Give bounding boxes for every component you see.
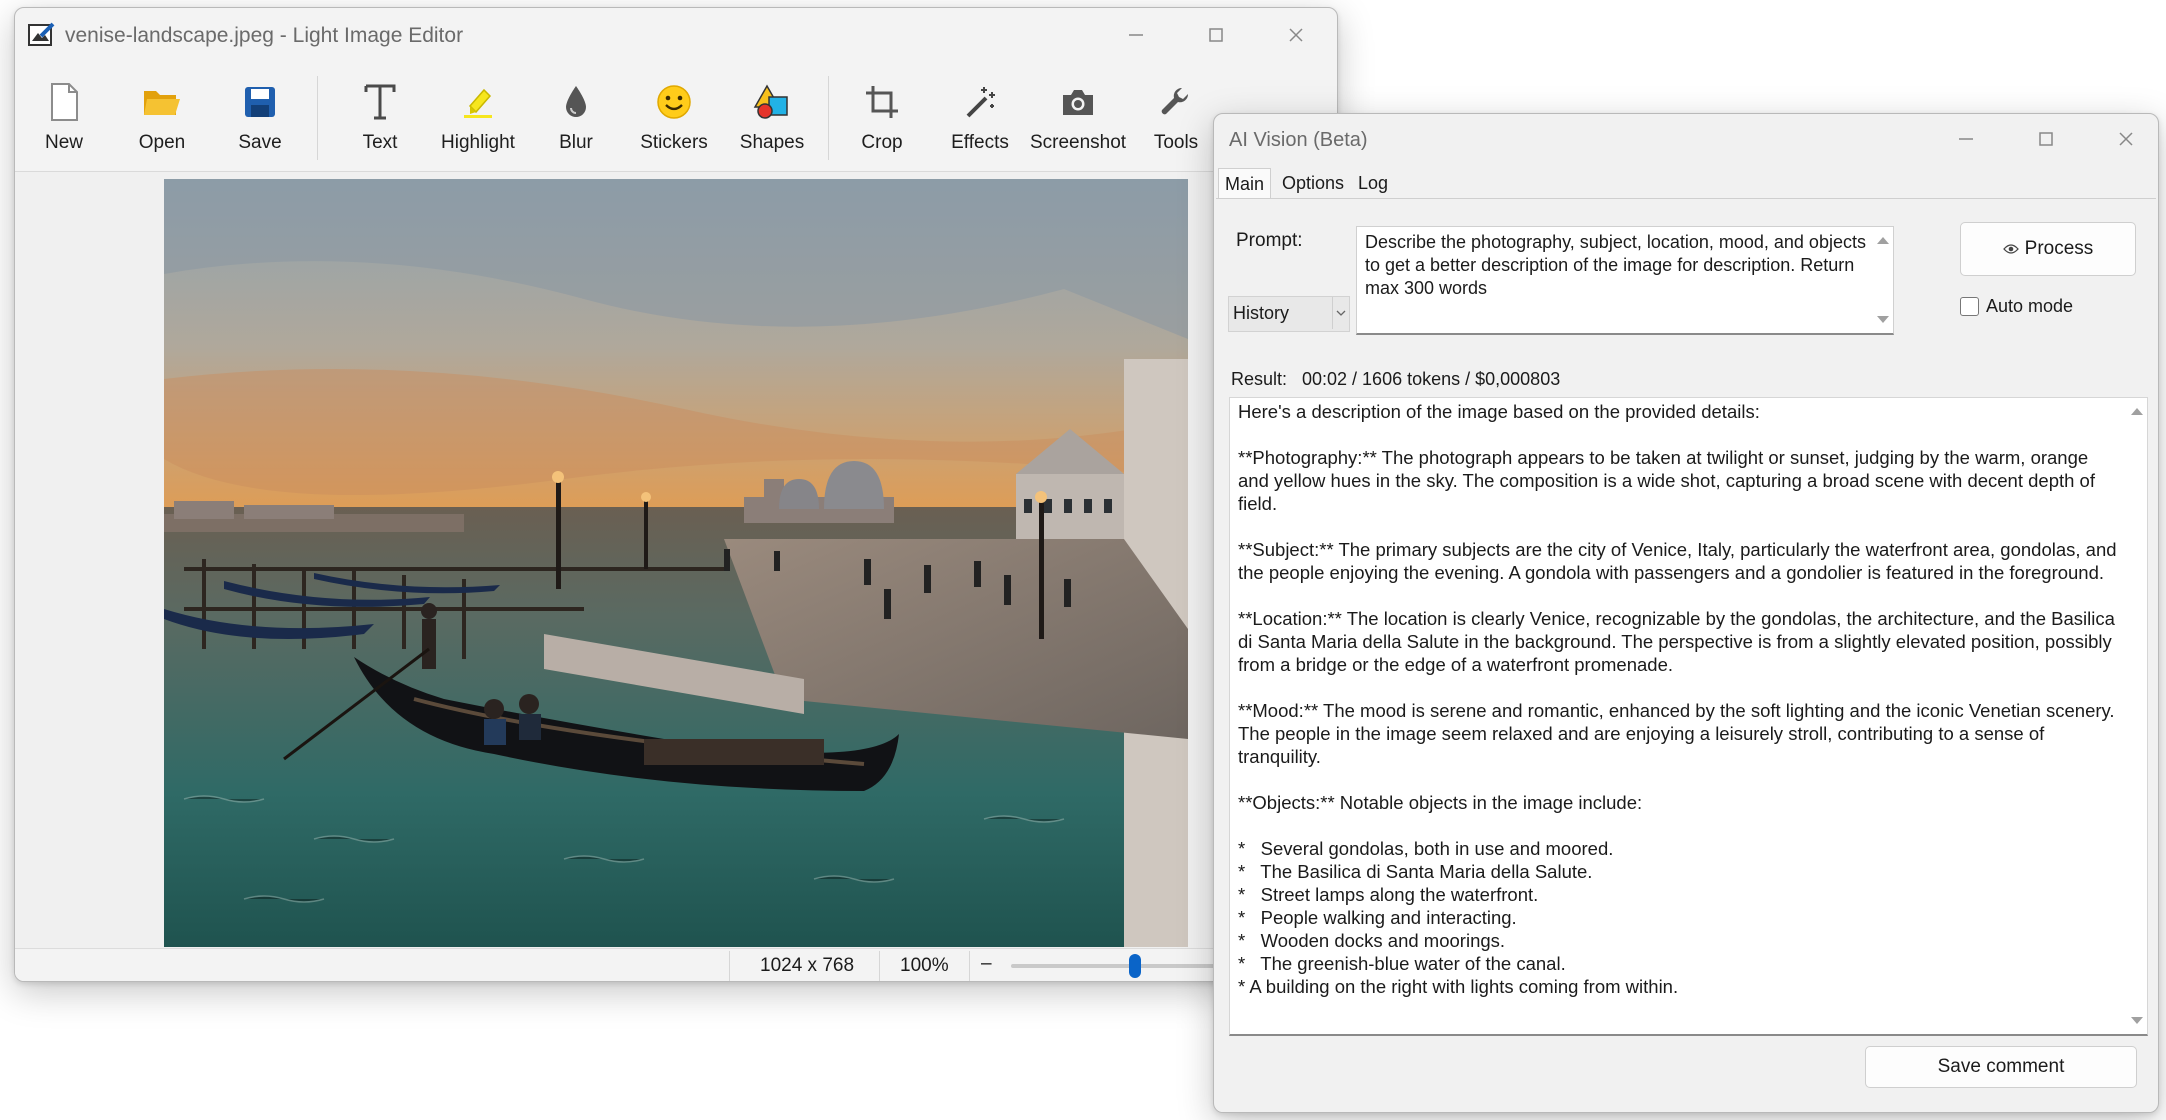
crop-icon [860, 80, 904, 124]
tab-log[interactable]: Log [1352, 168, 1394, 198]
process-label: Process [2024, 238, 2094, 259]
effects-tool-button[interactable]: Effects [931, 80, 1029, 154]
chevron-down-icon [1332, 297, 1349, 329]
tools-button[interactable]: Tools [1127, 80, 1225, 154]
scroll-up-icon[interactable] [1877, 237, 1889, 244]
ai-titlebar[interactable]: AI Vision (Beta) [1214, 114, 2158, 170]
ai-close-button[interactable] [2109, 122, 2143, 156]
tools-label: Tools [1153, 132, 1199, 153]
ai-vision-window: AI Vision (Beta) Main Options Log Prompt… [1213, 113, 2159, 1113]
editor-toolbar: New Open Save Text Highlight Blur Sticke… [15, 64, 1337, 172]
highlight-tool-button[interactable]: Highlight [429, 80, 527, 154]
close-icon [2119, 132, 2133, 146]
crop-tool-button[interactable]: Crop [833, 80, 931, 154]
editor-statusbar: 1024 x 768 100% – [15, 948, 1337, 981]
shapes-label: Shapes [739, 132, 805, 153]
highlight-label: Highlight [441, 132, 515, 153]
text-label: Text [362, 132, 398, 153]
screenshot-tool-button[interactable]: Screenshot [1029, 80, 1127, 154]
minimize-icon [1129, 34, 1143, 36]
open-label: Open [138, 132, 186, 153]
open-button[interactable]: Open [113, 80, 211, 154]
stickers-label: Stickers [640, 132, 708, 153]
new-file-icon [42, 80, 86, 124]
prompt-scrollbar[interactable] [1873, 227, 1893, 333]
new-button[interactable]: New [15, 80, 113, 154]
toolbar-separator [317, 76, 318, 160]
result-label: Result: [1231, 369, 1288, 389]
zoom-slider-thumb[interactable] [1129, 954, 1141, 978]
maximize-icon [2039, 132, 2053, 146]
crop-label: Crop [861, 132, 903, 153]
tab-main[interactable]: Main [1218, 168, 1272, 199]
save-button[interactable]: Save [211, 80, 309, 154]
ai-minimize-button[interactable] [1949, 122, 1983, 156]
eye-icon [2002, 243, 2019, 255]
image-canvas[interactable] [15, 172, 1337, 948]
screenshot-label: Screenshot [1029, 132, 1127, 153]
result-text: Here's a description of the image based … [1238, 401, 2117, 997]
save-comment-label: Save comment [1937, 1056, 2065, 1077]
blur-drop-icon [554, 80, 598, 124]
text-tool-button[interactable]: Text [331, 80, 429, 154]
shapes-icon [750, 80, 794, 124]
blur-label: Blur [559, 132, 593, 153]
status-separator [879, 951, 880, 981]
image-editor-window: venise-landscape.jpeg - Light Image Edit… [14, 7, 1338, 982]
zoom-out-button[interactable]: – [981, 953, 992, 975]
checkbox-box[interactable] [1960, 297, 1979, 316]
editor-titlebar[interactable]: venise-landscape.jpeg - Light Image Edit… [15, 8, 1337, 64]
prompt-label: Prompt: [1236, 230, 1303, 251]
wrench-icon [1154, 80, 1198, 124]
close-button[interactable] [1279, 18, 1313, 52]
shapes-tool-button[interactable]: Shapes [723, 80, 821, 154]
stickers-tool-button[interactable]: Stickers [625, 80, 723, 154]
magic-wand-icon [958, 80, 1002, 124]
history-label: History [1233, 303, 1290, 323]
smiley-sticker-icon [652, 80, 696, 124]
auto-mode-label: Auto mode [1986, 296, 2074, 316]
status-separator [729, 951, 730, 981]
scroll-down-icon[interactable] [2131, 1017, 2143, 1024]
save-disk-icon [238, 80, 282, 124]
minimize-icon [1959, 138, 1973, 140]
scroll-up-icon[interactable] [2131, 408, 2143, 415]
effects-label: Effects [951, 132, 1009, 153]
editor-title: venise-landscape.jpeg - Light Image Edit… [65, 24, 464, 47]
prompt-text: Describe the photography, subject, locat… [1365, 232, 1866, 298]
blur-tool-button[interactable]: Blur [527, 80, 625, 154]
venice-sunset-photo[interactable] [164, 179, 1188, 947]
save-label: Save [238, 132, 282, 153]
tab-options[interactable]: Options [1276, 168, 1350, 198]
history-dropdown[interactable]: History [1228, 296, 1350, 332]
highlighter-icon [456, 80, 500, 124]
maximize-button[interactable] [1199, 18, 1233, 52]
status-separator [969, 951, 970, 981]
text-icon [358, 80, 402, 124]
zoom-level: 100% [900, 955, 949, 976]
new-label: New [44, 132, 83, 153]
camera-icon [1056, 80, 1100, 124]
ai-window-title: AI Vision (Beta) [1229, 129, 1368, 151]
result-textarea[interactable]: Here's a description of the image based … [1229, 397, 2148, 1036]
toolbar-separator [828, 76, 829, 160]
save-comment-button[interactable]: Save comment [1865, 1046, 2137, 1088]
prompt-textarea[interactable]: Describe the photography, subject, locat… [1356, 226, 1894, 335]
scroll-down-icon[interactable] [1877, 316, 1889, 323]
close-icon [1289, 28, 1303, 42]
process-button[interactable]: Process [1960, 222, 2136, 276]
zoom-slider[interactable] [1011, 954, 1221, 978]
ai-maximize-button[interactable] [2029, 122, 2063, 156]
app-icon [27, 22, 55, 48]
result-meta: 00:02 / 1606 tokens / $0,000803 [1302, 369, 1561, 389]
minimize-button[interactable] [1119, 18, 1153, 52]
auto-mode-checkbox[interactable]: Auto mode [1960, 296, 2073, 317]
open-folder-icon [140, 80, 184, 124]
maximize-icon [1209, 28, 1223, 42]
result-scrollbar[interactable] [2127, 398, 2147, 1034]
image-dimensions: 1024 x 768 [760, 955, 855, 976]
